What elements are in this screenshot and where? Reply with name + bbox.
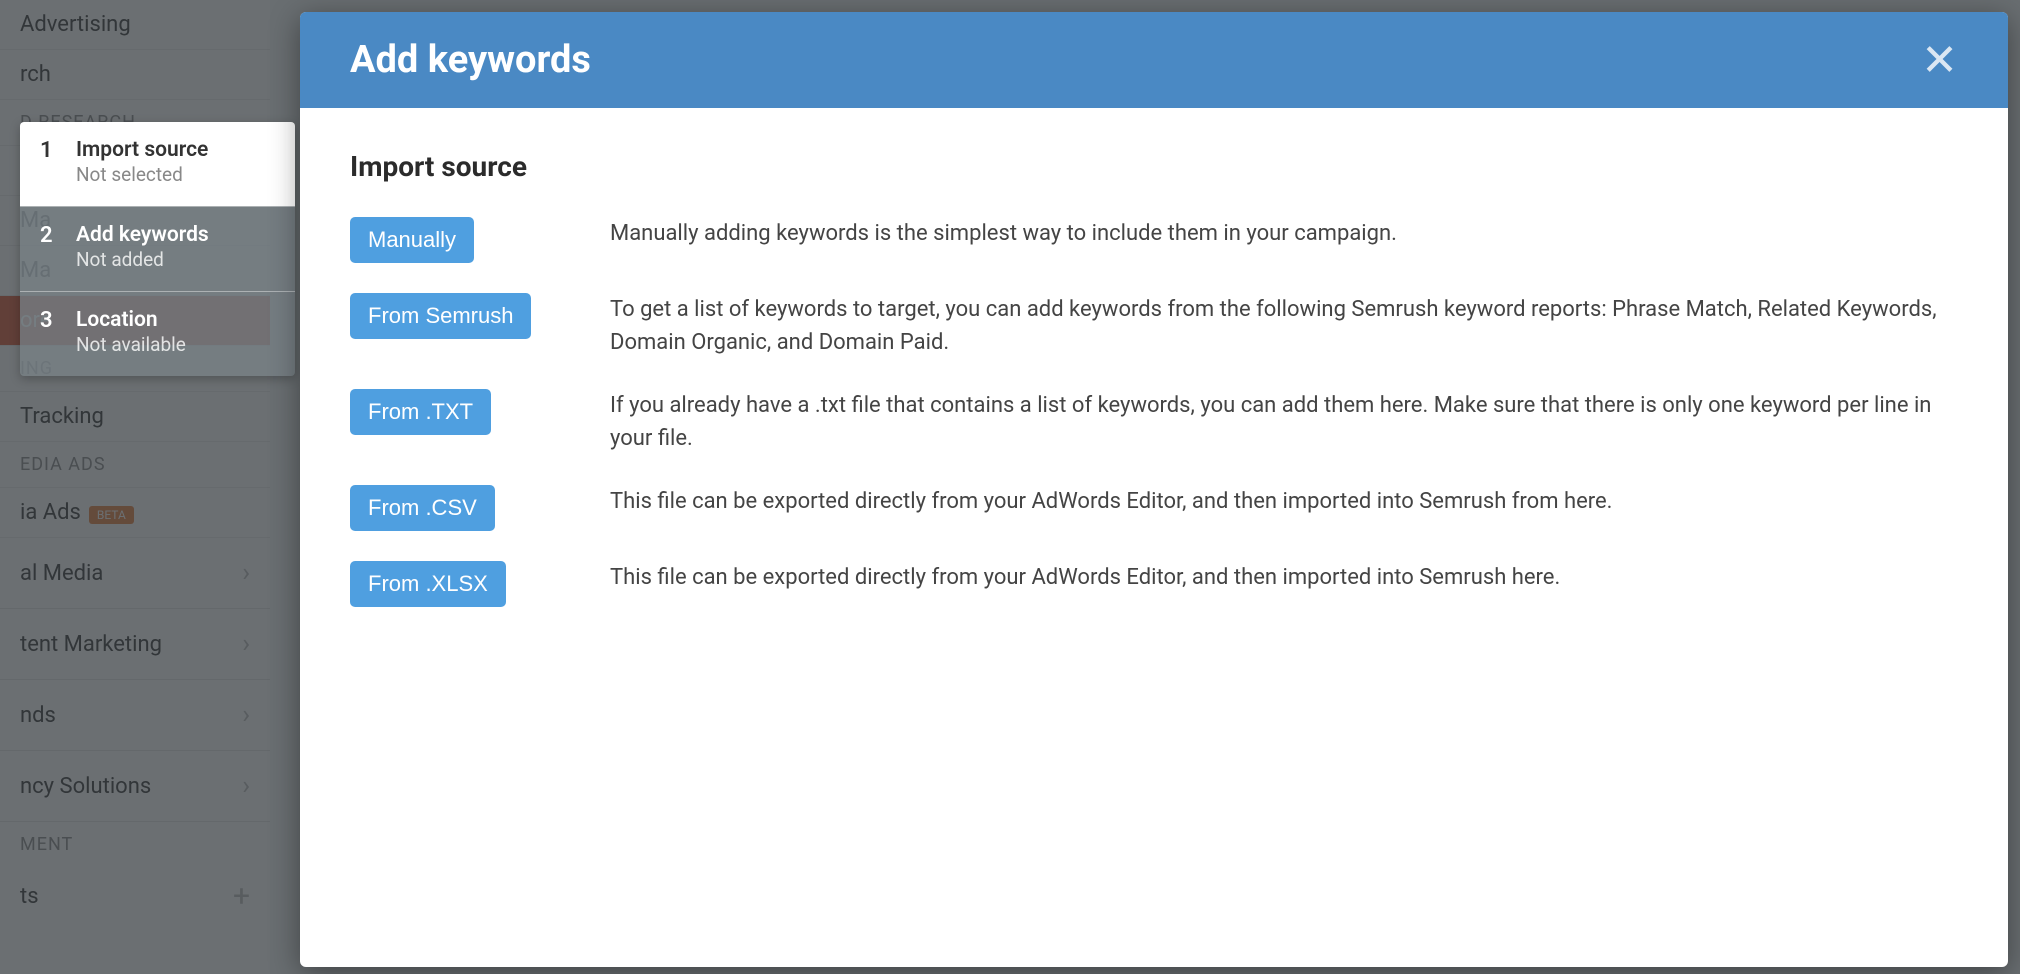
import-option-row: From .TXT If you already have a .txt fil… [350,389,1958,455]
option-description: This file can be exported directly from … [610,561,1958,594]
modal-title: Add keywords [350,38,591,82]
import-option-row: From .XLSX This file can be exported dir… [350,561,1958,607]
step-number: 3 [40,308,58,358]
modal-header: Add keywords ✕ [300,12,2008,108]
import-option-row: From Semrush To get a list of keywords t… [350,293,1958,359]
modal-body: Import source Manually Manually adding k… [300,108,2008,679]
wizard-steps: 1 Import source Not selected 2 Add keywo… [20,122,295,376]
wizard-step-import-source[interactable]: 1 Import source Not selected [20,122,295,206]
step-subtitle: Not selected [76,163,208,188]
add-keywords-modal: Add keywords ✕ Import source Manually Ma… [300,12,2008,967]
from-semrush-button[interactable]: From Semrush [350,293,531,339]
option-description: Manually adding keywords is the simplest… [610,217,1958,250]
step-title: Add keywords [76,223,209,248]
step-title: Location [76,308,186,333]
close-icon[interactable]: ✕ [1921,38,1958,82]
step-number: 1 [40,138,58,188]
from-csv-button[interactable]: From .CSV [350,485,495,531]
option-description: If you already have a .txt file that con… [610,389,1958,455]
step-title: Import source [76,138,208,163]
option-description: This file can be exported directly from … [610,485,1958,518]
section-title: Import source [350,150,1958,183]
option-description: To get a list of keywords to target, you… [610,293,1958,359]
step-subtitle: Not available [76,333,186,358]
step-subtitle: Not added [76,248,209,273]
wizard-step-add-keywords[interactable]: 2 Add keywords Not added [20,206,295,291]
from-xlsx-button[interactable]: From .XLSX [350,561,506,607]
wizard-step-location[interactable]: 3 Location Not available [20,291,295,376]
import-option-row: Manually Manually adding keywords is the… [350,217,1958,263]
manually-button[interactable]: Manually [350,217,474,263]
import-option-row: From .CSV This file can be exported dire… [350,485,1958,531]
step-number: 2 [40,223,58,273]
from-txt-button[interactable]: From .TXT [350,389,491,435]
